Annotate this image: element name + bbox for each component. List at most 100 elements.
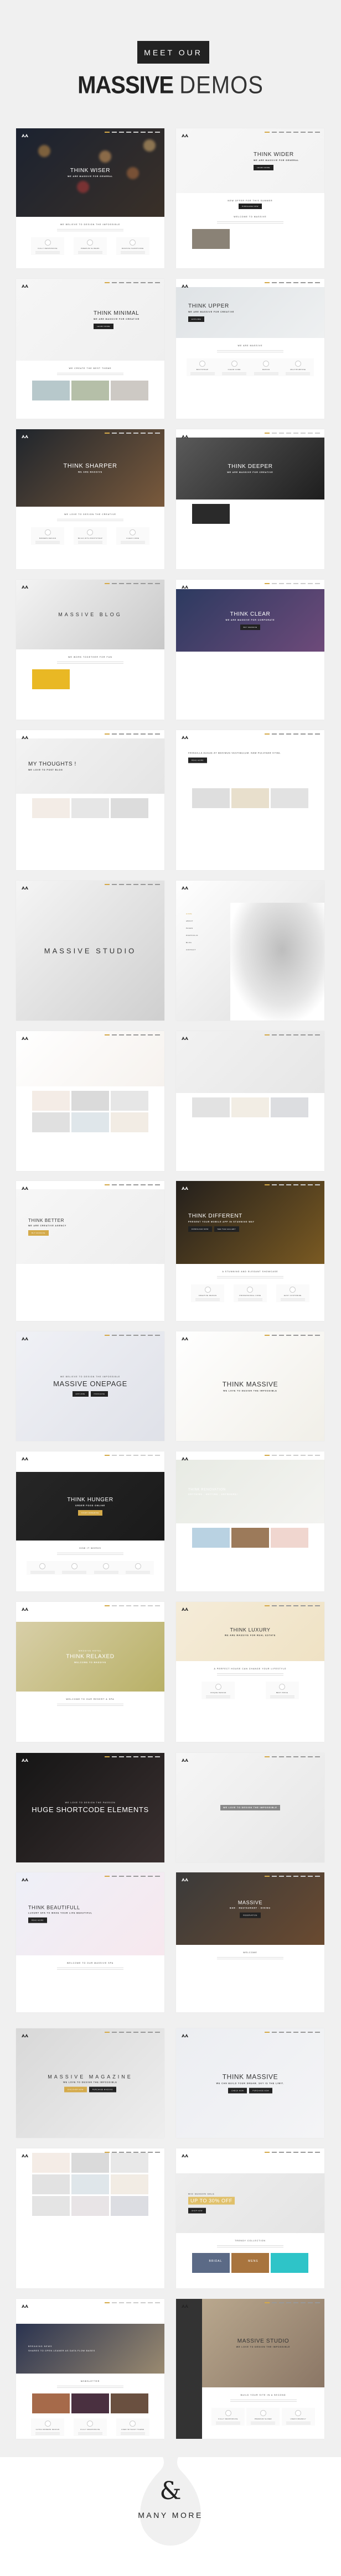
- grid-image[interactable]: [110, 2174, 148, 2194]
- grid-image[interactable]: [110, 2196, 148, 2216]
- nav-links[interactable]: [265, 1335, 320, 1336]
- nav-link[interactable]: [286, 1455, 291, 1456]
- nav-link[interactable]: [315, 2032, 320, 2033]
- nav-link[interactable]: [155, 583, 160, 584]
- hero-button[interactable]: READ MORE: [28, 1917, 47, 1923]
- nav-link[interactable]: [105, 433, 110, 434]
- nav-link[interactable]: [126, 884, 131, 885]
- side-nav-item[interactable]: ABOUT: [186, 920, 198, 922]
- nav-link[interactable]: [301, 2302, 306, 2303]
- grid-image[interactable]: [71, 381, 109, 400]
- nav-link[interactable]: [301, 1455, 306, 1456]
- nav-links[interactable]: [105, 2152, 160, 2153]
- nav-link[interactable]: [272, 1455, 277, 1456]
- massive-logo-icon[interactable]: [182, 732, 188, 742]
- nav-link[interactable]: [112, 282, 117, 283]
- nav-link[interactable]: [133, 1184, 138, 1185]
- nav-link[interactable]: [315, 433, 320, 434]
- nav-link[interactable]: [155, 1335, 160, 1336]
- nav-link[interactable]: [105, 733, 110, 735]
- nav-link[interactable]: [301, 132, 306, 133]
- nav-links[interactable]: [265, 132, 320, 133]
- nav-link[interactable]: [308, 433, 313, 434]
- grid-image[interactable]: [32, 798, 70, 818]
- nav-link[interactable]: [155, 733, 160, 735]
- nav-link[interactable]: [293, 2152, 298, 2153]
- nav-link[interactable]: [141, 583, 146, 584]
- nav-link[interactable]: [293, 2032, 298, 2033]
- nav-link[interactable]: [119, 1335, 124, 1336]
- nav-link[interactable]: [308, 282, 313, 283]
- nav-link[interactable]: [301, 1335, 306, 1336]
- nav-link[interactable]: [308, 1876, 313, 1877]
- nav-link[interactable]: [308, 1184, 313, 1185]
- nav-link[interactable]: [133, 1455, 138, 1456]
- nav-link[interactable]: [141, 2032, 146, 2033]
- nav-link[interactable]: [308, 583, 313, 584]
- nav-link[interactable]: [286, 1605, 291, 1606]
- nav-link[interactable]: [272, 1335, 277, 1336]
- nav-link[interactable]: [105, 583, 110, 584]
- nav-link[interactable]: [148, 433, 153, 434]
- massive-logo-icon[interactable]: [182, 1333, 188, 1343]
- nav-link[interactable]: [119, 1455, 124, 1456]
- nav-link[interactable]: [272, 1184, 277, 1185]
- nav-link[interactable]: [286, 733, 291, 735]
- nav-link[interactable]: [286, 1335, 291, 1336]
- nav-link[interactable]: [315, 733, 320, 735]
- nav-link[interactable]: [112, 1034, 117, 1035]
- nav-link[interactable]: [286, 1756, 291, 1757]
- nav-link[interactable]: [265, 282, 270, 283]
- nav-link[interactable]: [141, 2302, 146, 2303]
- hero-button[interactable]: BUY MASSIVE: [240, 624, 261, 630]
- nav-link[interactable]: [155, 2302, 160, 2303]
- nav-link[interactable]: [119, 282, 124, 283]
- massive-logo-icon[interactable]: [182, 1183, 188, 1193]
- nav-link[interactable]: [119, 1034, 124, 1035]
- nav-link[interactable]: [293, 1335, 298, 1336]
- grid-image[interactable]: [231, 1097, 269, 1117]
- nav-link[interactable]: [272, 2152, 277, 2153]
- nav-link[interactable]: [279, 282, 284, 283]
- nav-link[interactable]: [279, 1034, 284, 1035]
- nav-link[interactable]: [265, 1605, 270, 1606]
- nav-link[interactable]: [279, 583, 284, 584]
- nav-link[interactable]: [286, 1184, 291, 1185]
- nav-link[interactable]: [265, 2302, 270, 2303]
- massive-logo-icon[interactable]: [22, 1033, 28, 1043]
- demo-card[interactable]: HOME ABOUT PAGES PORTFOLIO BLOG CONTACT: [176, 881, 324, 1021]
- massive-logo-icon[interactable]: [22, 2030, 28, 2040]
- nav-link[interactable]: [301, 1876, 306, 1877]
- nav-link[interactable]: [155, 1455, 160, 1456]
- nav-link[interactable]: [301, 282, 306, 283]
- nav-link[interactable]: [112, 1335, 117, 1336]
- nav-links[interactable]: [105, 132, 160, 133]
- demo-card[interactable]: THINK MASSIVE WE CAN BUILD YOUR DREAM. SK…: [176, 2028, 324, 2138]
- grid-image[interactable]: [192, 1097, 230, 1117]
- nav-link[interactable]: [148, 132, 153, 133]
- nav-link[interactable]: [286, 132, 291, 133]
- demo-card[interactable]: MASSIVE BLOG WE WORK TOGETHER FOR FUN: [16, 580, 164, 720]
- hero-button[interactable]: RESERVATION: [240, 1912, 261, 1918]
- nav-link[interactable]: [279, 1335, 284, 1336]
- grid-image[interactable]: [71, 2174, 109, 2194]
- nav-link[interactable]: [105, 2302, 110, 2303]
- grid-image[interactable]: [32, 381, 70, 400]
- nav-link[interactable]: [315, 1455, 320, 1456]
- nav-link[interactable]: [308, 2302, 313, 2303]
- nav-link[interactable]: [272, 1756, 277, 1757]
- nav-link[interactable]: [265, 583, 270, 584]
- nav-link[interactable]: [112, 884, 117, 885]
- demo-card[interactable]: THINK DEEPER WE ARE MASSIVE FOR CREATIVE: [176, 429, 324, 569]
- nav-links[interactable]: [265, 282, 320, 283]
- nav-link[interactable]: [105, 1605, 110, 1606]
- nav-link[interactable]: [133, 282, 138, 283]
- demo-card[interactable]: MASSIVE MAGAZINE WE LOVE TO DESIGN THE IM…: [16, 2028, 164, 2138]
- nav-link[interactable]: [141, 1605, 146, 1606]
- nav-link[interactable]: [301, 733, 306, 735]
- nav-link[interactable]: [293, 733, 298, 735]
- many-more-label[interactable]: MANY MORE: [0, 2511, 341, 2520]
- nav-link[interactable]: [148, 1605, 153, 1606]
- nav-link[interactable]: [315, 1876, 320, 1877]
- nav-link[interactable]: [155, 884, 160, 885]
